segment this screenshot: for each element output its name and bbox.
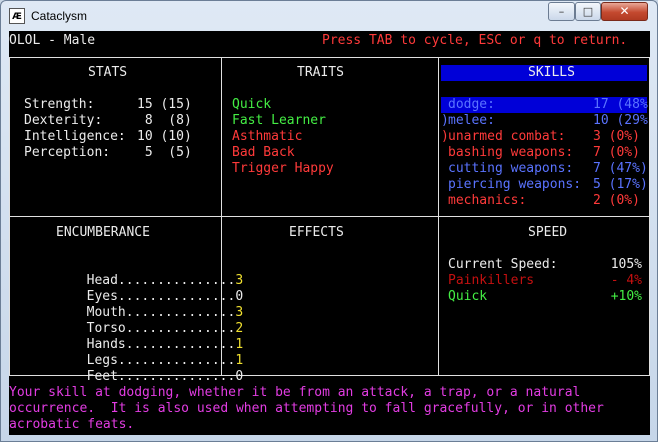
skill-label: unarmed combat: [448, 129, 566, 144]
description-line: Your skill at dodging, whether it be fro… [9, 385, 581, 400]
left-border [9, 57, 10, 376]
speed-value: 105% [610, 257, 642, 272]
enc-label: Feet............... [86, 369, 236, 384]
speed-label: Painkillers [448, 273, 535, 288]
skill-value: 7 (0%) [593, 145, 640, 160]
description-line: acrobatic feats. [9, 417, 135, 432]
skill-row-unarmed[interactable]: ) unarmed combat: 3 (0%) [441, 129, 647, 145]
minimize-button[interactable]: – [548, 2, 575, 21]
stat-value: 8 (8) [137, 113, 192, 128]
stat-value: 15 (15) [137, 97, 192, 112]
skill-label: dodge: [448, 97, 495, 112]
stat-label: Perception: [24, 145, 111, 160]
top-border [9, 57, 650, 58]
skill-row-mechanics[interactable]: mechanics: 2 (0%) [441, 193, 647, 209]
speed-value: +10% [610, 289, 642, 304]
stat-label: Intelligence: [24, 129, 126, 144]
terminal-screen[interactable]: OLOL - Male Press TAB to cycle, ESC or q… [9, 31, 650, 435]
skills-title: SKILLS [528, 65, 575, 80]
right-border [649, 57, 650, 376]
trait-item[interactable]: Trigger Happy [232, 161, 334, 177]
skill-value: 7 (47%) [593, 161, 648, 176]
minimize-icon: – [558, 5, 565, 18]
skill-value: 17 (48% [593, 97, 648, 112]
stat-label: Dexterity: [24, 113, 103, 128]
skill-row-piercing[interactable]: piercing weapons: 5 (17%) [441, 177, 648, 193]
skill-label: piercing weapons: [448, 177, 582, 192]
trait-item[interactable]: Asthmatic [232, 129, 302, 145]
skill-value: 10 (29% [593, 113, 648, 128]
description-line: occurrence. It is also used when attempt… [9, 401, 604, 416]
app-icon: Æ [9, 8, 25, 24]
trait-item[interactable]: Bad Back [232, 145, 295, 161]
traits-title: TRAITS [297, 65, 344, 80]
stat-value: 10 (10) [137, 129, 192, 144]
close-icon: ✕ [619, 4, 630, 18]
skill-label: mechanics: [448, 193, 527, 208]
skill-row-dodge[interactable]: dodge: 17 (48% [441, 97, 648, 113]
speed-label: Quick [448, 289, 488, 304]
encumberance-title: ENCUMBERANCE [56, 225, 150, 240]
skill-value: 2 (0%) [593, 193, 640, 208]
divider-2 [438, 57, 439, 376]
maximize-button[interactable]: □ [575, 2, 601, 21]
character-name: OLOL - Male [9, 33, 96, 48]
effects-title: EFFECTS [289, 225, 344, 240]
skill-row-bashing[interactable]: bashing weapons: 7 (0%) [441, 145, 647, 161]
skill-value: 5 (17%) [593, 177, 648, 192]
title-bar[interactable]: Æ Cataclysm – □ ✕ [1, 1, 657, 31]
window-title: Cataclysm [31, 9, 88, 23]
enc-value: 0 [235, 369, 244, 384]
skill-row-cutting[interactable]: cutting weapons: 7 (47%) [441, 161, 648, 177]
app-window: Æ Cataclysm – □ ✕ OLOL - Male Press TAB … [0, 0, 658, 442]
stat-value: 5 (5) [137, 145, 192, 160]
skill-label: melee: [448, 113, 495, 128]
stats-title: STATS [88, 65, 128, 80]
speed-value: - 4% [610, 273, 642, 288]
skill-label: cutting weapons: [448, 161, 574, 176]
middle-border [9, 216, 650, 217]
stat-label: Strength: [24, 97, 95, 112]
close-button[interactable]: ✕ [601, 2, 648, 21]
return-hint: Press TAB to cycle, ESC or q to return. [322, 33, 628, 48]
skill-label: bashing weapons: [448, 145, 574, 160]
trait-item[interactable]: Quick [232, 97, 271, 113]
skill-row-melee[interactable]: ) melee: 10 (29% [441, 113, 648, 129]
speed-label: Current Speed: [448, 257, 558, 272]
speed-title: SPEED [528, 225, 568, 240]
skill-value: 3 (0%) [593, 129, 640, 144]
trait-item[interactable]: Fast Learner [232, 113, 326, 129]
maximize-icon: □ [582, 5, 594, 18]
